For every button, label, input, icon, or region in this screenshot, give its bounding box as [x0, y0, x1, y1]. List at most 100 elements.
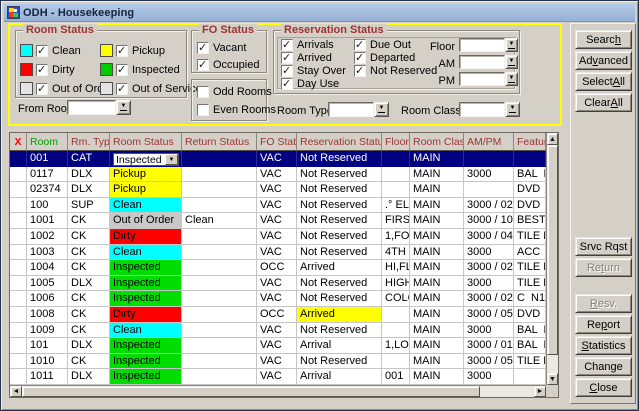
cell-floor[interactable]	[382, 167, 410, 183]
cell-floor[interactable]	[382, 307, 410, 323]
cell-floor[interactable]	[382, 323, 410, 339]
cell-return-status[interactable]	[182, 198, 257, 214]
cell-fo-status[interactable]: VAC	[257, 213, 297, 229]
cell-fo-status[interactable]: VAC	[257, 198, 297, 214]
column-header-return-status[interactable]: Return Status	[182, 133, 257, 151]
column-header-room-class[interactable]: Room Class	[410, 133, 464, 151]
cell-fo-status[interactable]: VAC	[257, 276, 297, 292]
room-class-input[interactable]	[459, 102, 505, 117]
cell-ampm[interactable]: 3000 / 10	[464, 213, 514, 229]
cell-room-class[interactable]: MAIN	[410, 369, 464, 385]
table-row-room-02374[interactable]: 02374DLXPickupVACNot ReservedMAINDVD HB	[10, 182, 546, 198]
cell-ampm[interactable]: 3000	[464, 167, 514, 183]
cell-room[interactable]: 1009	[27, 323, 68, 339]
cell-floor[interactable]: FIRST	[382, 213, 410, 229]
table-row-room-1002[interactable]: 1002CKDirtyVACNot Reserved1,FOMAIN3000 /…	[10, 229, 546, 245]
cell-room-status[interactable]: Inspected	[110, 260, 182, 276]
table-row-room-1005[interactable]: 1005DLXInspectedVACNot ReservedHIGHMAIN3…	[10, 276, 546, 292]
cell-floor[interactable]: 001	[382, 369, 410, 385]
cell-room-class[interactable]: MAIN	[410, 167, 464, 183]
cell-room[interactable]: 1008	[27, 307, 68, 323]
cell-fo-status[interactable]: VAC	[257, 323, 297, 339]
column-header-fo-status[interactable]: FO Status	[257, 133, 297, 151]
cell-return-status[interactable]	[182, 276, 257, 292]
table-row-room-001[interactable]: 001CATInspected▼VACNot ReservedMAIN	[10, 151, 546, 167]
scroll-left-button[interactable]: ◄	[10, 386, 22, 397]
cell-x[interactable]	[10, 229, 27, 245]
cell-room[interactable]: 1010	[27, 354, 68, 370]
cell-return-status[interactable]	[182, 260, 257, 276]
cell-fo-status[interactable]: VAC	[257, 338, 297, 354]
table-row-room-1008[interactable]: 1008CKDirtyOCCArrivedMAIN3000 / 05DVD LA…	[10, 307, 546, 323]
cell-floor[interactable]	[382, 182, 410, 198]
vertical-scroll-thumb[interactable]	[547, 145, 558, 355]
cell-floor[interactable]: 1,FO	[382, 229, 410, 245]
cell-floor[interactable]: COLO	[382, 291, 410, 307]
cell-x[interactable]	[10, 338, 27, 354]
from-room-input[interactable]	[67, 100, 116, 115]
room-status-combo-arrow[interactable]: ▼	[165, 154, 178, 165]
cell-x[interactable]	[10, 198, 27, 214]
cell-return-status[interactable]: Clean	[182, 213, 257, 229]
cell-room-status[interactable]: Inspected	[110, 354, 182, 370]
cell-x[interactable]	[10, 323, 27, 339]
cell-room[interactable]: 100	[27, 198, 68, 214]
cell-ampm[interactable]: 3000 / 05	[464, 307, 514, 323]
cell-room-class[interactable]: MAIN	[410, 291, 464, 307]
cell-room-class[interactable]: MAIN	[410, 182, 464, 198]
cell-fo-status[interactable]: VAC	[257, 354, 297, 370]
cell-room-status[interactable]: Inspected	[110, 338, 182, 354]
cell-room[interactable]: 001	[27, 151, 68, 167]
table-row-room-1001[interactable]: 1001CKOut of OrderCleanVACNot ReservedFI…	[10, 213, 546, 229]
cell-x[interactable]	[10, 369, 27, 385]
cell-room-class[interactable]: MAIN	[410, 245, 464, 261]
cell-ampm[interactable]: 3000 / 02	[464, 198, 514, 214]
cell-reservation-status[interactable]: Not Reserved	[297, 213, 382, 229]
cell-x[interactable]	[10, 167, 27, 183]
cell-x[interactable]	[10, 291, 27, 307]
cell-room[interactable]: 1003	[27, 245, 68, 261]
checkbox-dirty[interactable]	[36, 64, 48, 76]
cell-x[interactable]	[10, 260, 27, 276]
cell-room[interactable]: 101	[27, 338, 68, 354]
checkbox-departed[interactable]	[354, 52, 366, 64]
room-class-dropdown-button[interactable]: ▼	[505, 102, 520, 117]
cell-features[interactable]	[514, 369, 546, 385]
checkbox-day-use[interactable]	[281, 78, 293, 90]
cell-reservation-status[interactable]: Not Reserved	[297, 323, 382, 339]
cell-room-type[interactable]: DLX	[68, 338, 110, 354]
horizontal-scroll-thumb[interactable]	[22, 386, 480, 397]
cell-reservation-status[interactable]: Not Reserved	[297, 151, 382, 167]
cell-features[interactable]: BAL BT	[514, 338, 546, 354]
checkbox-even-rooms[interactable]	[197, 104, 209, 116]
cell-ampm[interactable]: 3000 / 04	[464, 229, 514, 245]
cell-floor[interactable]	[382, 354, 410, 370]
cell-return-status[interactable]	[182, 354, 257, 370]
cell-ampm[interactable]: 3000	[464, 245, 514, 261]
table-row-room-100[interactable]: 100SUPCleanVACNot Reserved.° ELISMAIN300…	[10, 198, 546, 214]
cell-return-status[interactable]	[182, 291, 257, 307]
cell-room-type[interactable]: CK	[68, 229, 110, 245]
table-row-room-1003[interactable]: 1003CKCleanVACNot Reserved4TH FMAIN3000A…	[10, 245, 546, 261]
table-row-room-0117[interactable]: 0117DLXPickupVACNot ReservedMAIN3000BAL …	[10, 167, 546, 183]
cell-ampm[interactable]: 3000	[464, 323, 514, 339]
button-statistics[interactable]: Statistics	[575, 336, 632, 355]
cell-reservation-status[interactable]: Not Reserved	[297, 276, 382, 292]
scroll-up-button[interactable]: ▲	[547, 133, 558, 145]
cell-reservation-status[interactable]: Not Reserved	[297, 245, 382, 261]
horizontal-scrollbar[interactable]: ◄ ►	[10, 385, 546, 397]
pm-input[interactable]	[459, 72, 505, 86]
cell-room[interactable]: 1005	[27, 276, 68, 292]
cell-floor[interactable]: HIGH	[382, 276, 410, 292]
cell-fo-status[interactable]: VAC	[257, 369, 297, 385]
pm-dropdown-button[interactable]: ▼	[505, 72, 518, 86]
vertical-scrollbar[interactable]: ▲ ▼	[546, 133, 558, 385]
cell-room-class[interactable]: MAIN	[410, 151, 464, 167]
scroll-right-button[interactable]: ►	[534, 386, 546, 397]
checkbox-vacant[interactable]	[197, 42, 209, 54]
room-type-dropdown-button[interactable]: ▼	[374, 102, 389, 117]
button-select-all[interactable]: Select All	[575, 72, 632, 91]
cell-room-status[interactable]: Inspected▼	[110, 151, 182, 167]
column-header-features[interactable]: Features	[514, 133, 546, 151]
cell-room-class[interactable]: MAIN	[410, 338, 464, 354]
